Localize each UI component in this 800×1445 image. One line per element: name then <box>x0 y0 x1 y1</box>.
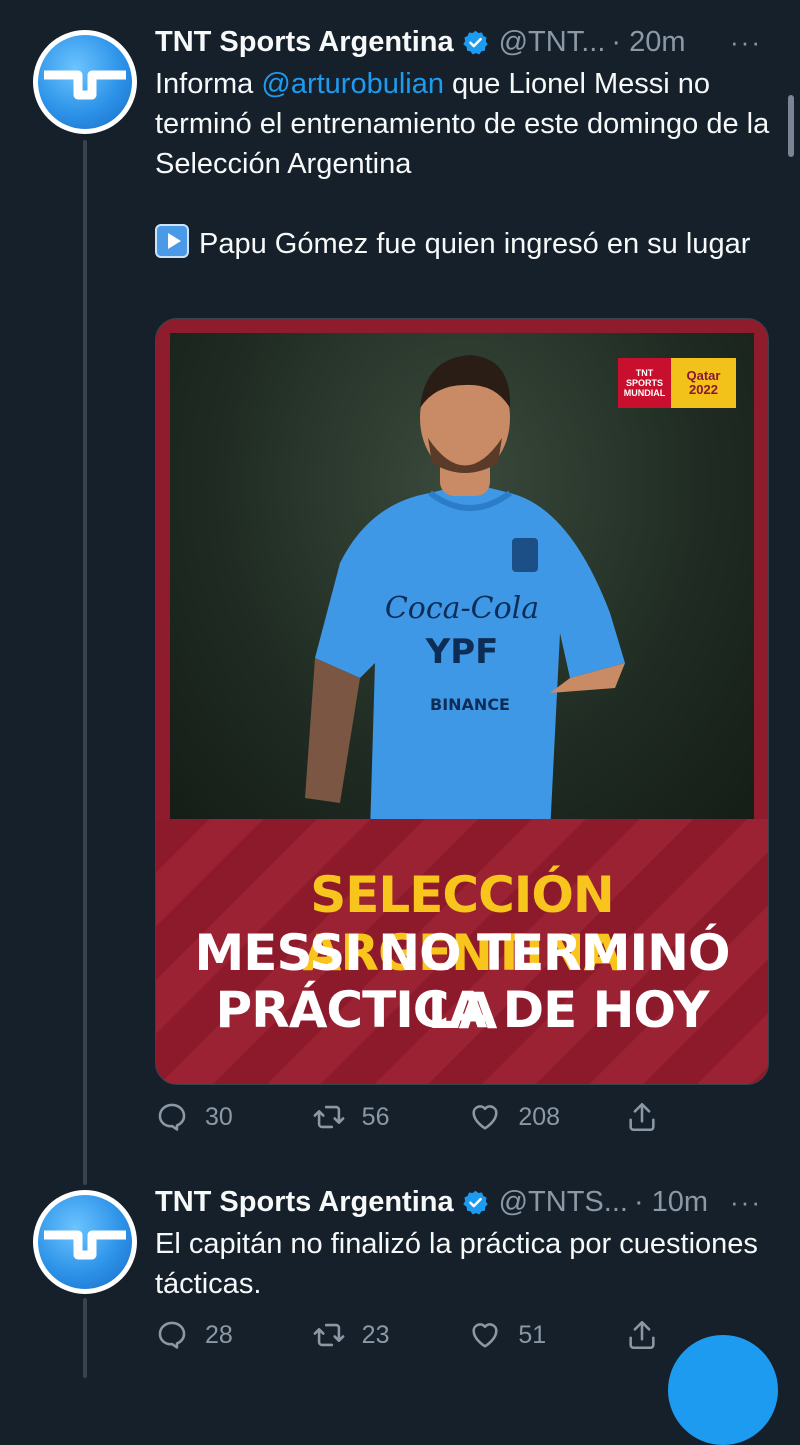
tweet-text: El capitán no finalizó la práctica por c… <box>155 1228 758 1300</box>
tweet-actions: 30 56 208 <box>155 1100 675 1134</box>
badge-tnt-text: TNT <box>635 368 654 378</box>
tweet[interactable]: TNT Sports Argentina @TNTS... · 10m ··· … <box>155 1180 780 1304</box>
tweet[interactable]: TNT Sports Argentina @TNT... · 20m ··· I… <box>155 20 780 264</box>
headline-line-3: PRÁCTICA DE HOY <box>215 981 710 1039</box>
tnt-mundial-qatar-logo: TNT SPORTS MUNDIAL Qatar 2022 <box>618 358 736 408</box>
tweet-header: TNT Sports Argentina @TNT... · 20m ··· <box>155 20 780 64</box>
timestamp[interactable]: · 20m <box>611 26 685 59</box>
more-options-icon[interactable]: ··· <box>730 27 780 58</box>
thread-connector-line <box>83 140 87 1185</box>
badge-sports-text: SPORTS <box>625 378 663 388</box>
heart-icon <box>472 1323 498 1348</box>
tweet-text-prefix: Informa <box>155 68 262 100</box>
verified-badge-icon <box>462 1190 488 1214</box>
scrollbar[interactable] <box>788 95 794 157</box>
mention-link[interactable]: @arturobulian <box>261 68 444 100</box>
reply-icon <box>158 1103 186 1131</box>
play-button-emoji-icon <box>155 224 189 258</box>
retweet-count: 23 <box>361 1320 390 1349</box>
more-options-icon[interactable]: ··· <box>730 1187 780 1218</box>
reply-count: 28 <box>205 1320 233 1349</box>
tweet-text-line2: Papu Gómez fue quien ingresó en su lugar <box>155 224 780 264</box>
tweet-text-line2-content: Papu Gómez fue quien ingresó en su lugar <box>199 228 751 260</box>
messi-training-photo: Coca-Cola YPF BINANCE <box>170 333 754 833</box>
avatar[interactable] <box>33 30 137 134</box>
retweet-count: 56 <box>361 1102 390 1131</box>
share-button[interactable] <box>625 1100 675 1134</box>
compose-tweet-button[interactable] <box>668 1335 778 1445</box>
jersey-sponsor-2: YPF <box>425 632 499 672</box>
share-icon <box>629 1102 655 1132</box>
author-handle[interactable]: @TNTS... <box>499 1186 628 1219</box>
tweet-media-image[interactable]: Coca-Cola YPF BINANCE TNT SPORTS MUNDIAL… <box>155 318 769 1085</box>
tweet-header: TNT Sports Argentina @TNTS... · 10m ··· <box>155 1180 780 1224</box>
like-button[interactable]: 208 <box>468 1100 625 1134</box>
tweet-actions: 28 23 51 <box>155 1318 675 1352</box>
jersey-sponsor-3: BINANCE <box>430 695 510 714</box>
timestamp[interactable]: · 10m <box>634 1186 708 1219</box>
thread-connector-line-lower <box>83 1298 87 1378</box>
like-count: 51 <box>518 1320 547 1349</box>
author-name[interactable]: TNT Sports Argentina <box>155 26 454 59</box>
share-icon <box>629 1320 655 1350</box>
retweet-button[interactable]: 56 <box>312 1100 469 1134</box>
like-button[interactable]: 51 <box>468 1318 625 1352</box>
jersey-sponsor-1: Coca-Cola <box>385 591 539 626</box>
verified-badge-icon <box>462 30 488 54</box>
retweet-button[interactable]: 23 <box>312 1318 469 1352</box>
badge-mundial-text: MUNDIAL <box>623 388 666 398</box>
like-count: 208 <box>518 1102 561 1131</box>
reply-count: 30 <box>205 1102 233 1131</box>
badge-qatar-text: Qatar <box>686 368 721 383</box>
tweet-text: Informa @arturobulian que Lionel Messi n… <box>155 64 780 184</box>
reply-button[interactable]: 30 <box>155 1100 312 1134</box>
author-handle[interactable]: @TNT... <box>499 26 606 59</box>
tnt-logo-icon <box>38 35 132 129</box>
retweet-icon <box>313 1323 345 1347</box>
share-button[interactable] <box>625 1318 675 1352</box>
badge-year-text: 2022 <box>689 382 718 397</box>
avatar[interactable] <box>33 1190 137 1294</box>
reply-button[interactable]: 28 <box>155 1318 312 1352</box>
tnt-logo-icon <box>38 1195 132 1289</box>
heart-icon <box>472 1105 498 1130</box>
author-name[interactable]: TNT Sports Argentina <box>155 1186 454 1219</box>
retweet-icon <box>313 1105 345 1129</box>
reply-icon <box>158 1321 186 1349</box>
